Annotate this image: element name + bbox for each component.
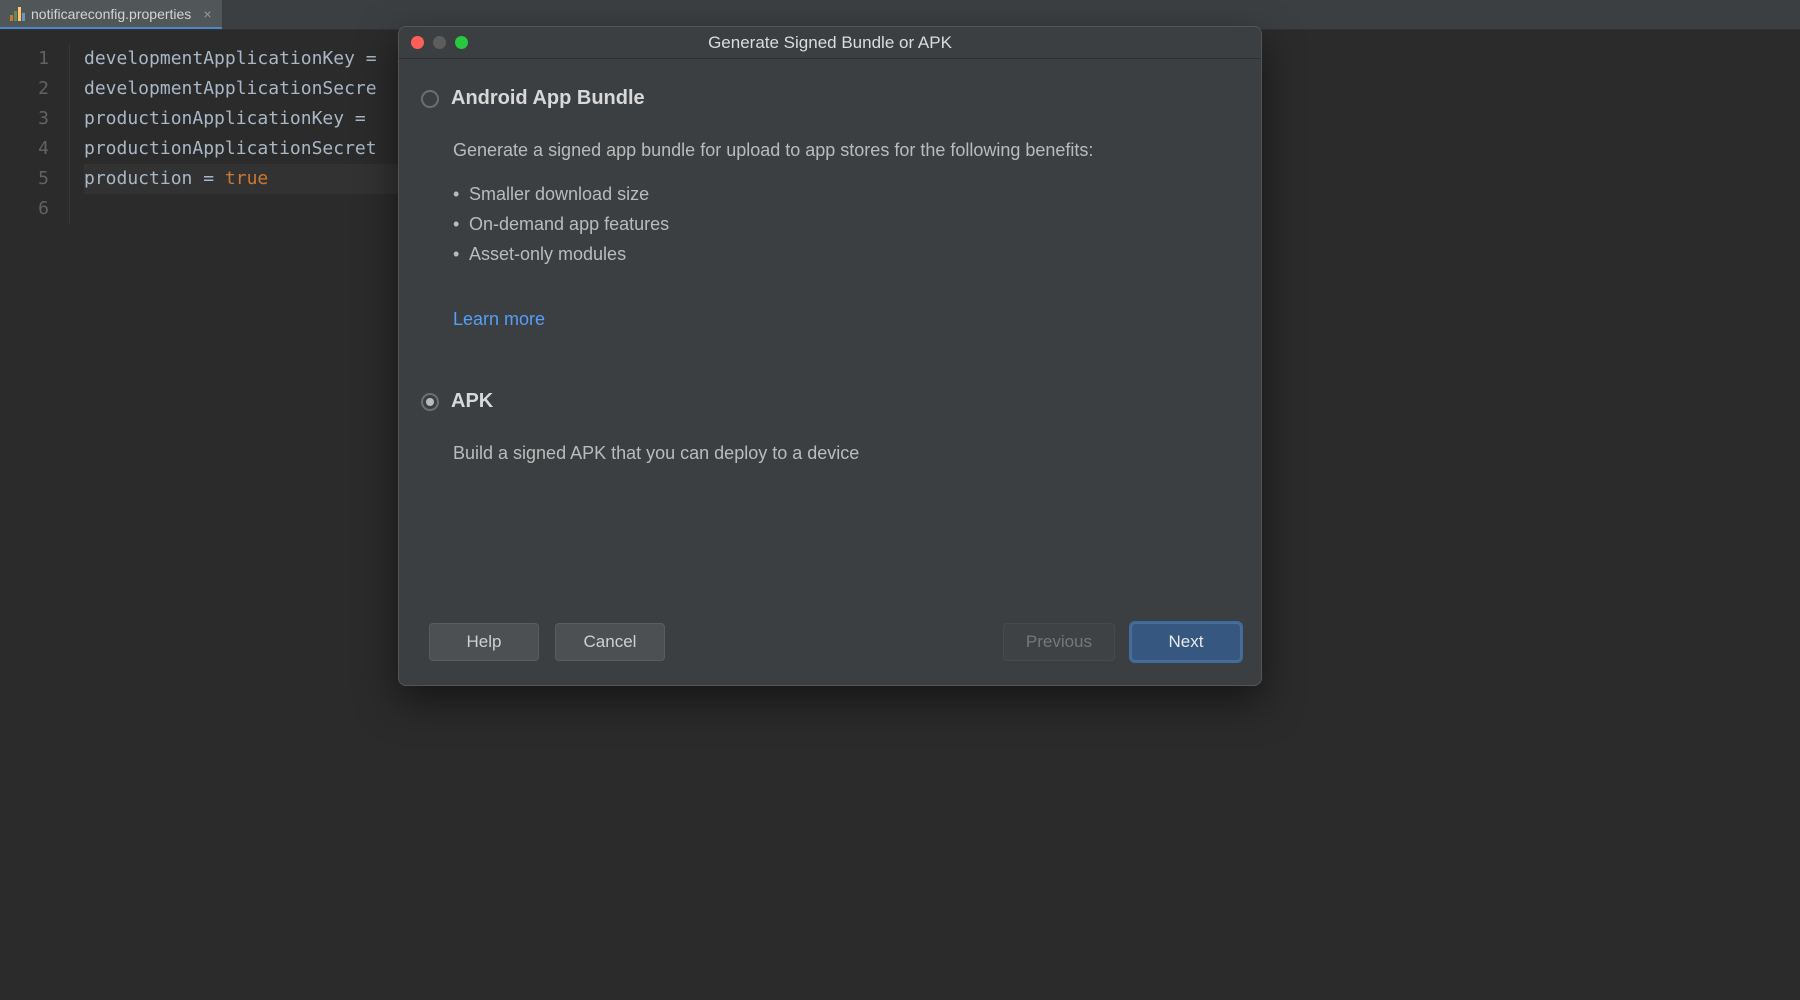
- dialog-title: Generate Signed Bundle or APK: [399, 33, 1261, 53]
- radio-label-bundle: Android App Bundle: [451, 87, 645, 110]
- radio-label-apk: APK: [451, 390, 493, 413]
- dialog-button-row: Help Cancel Previous Next: [399, 609, 1261, 685]
- radio-icon[interactable]: [421, 90, 439, 108]
- properties-file-icon: [10, 7, 25, 21]
- radio-option-bundle[interactable]: Android App Bundle: [421, 87, 1231, 110]
- line-number: 1: [0, 44, 49, 74]
- radio-option-apk[interactable]: APK: [421, 390, 1231, 413]
- zoom-window-icon[interactable]: [455, 36, 468, 49]
- line-number: 5: [0, 164, 49, 194]
- next-button[interactable]: Next: [1131, 623, 1241, 661]
- apk-description: Build a signed APK that you can deploy t…: [453, 443, 1231, 464]
- apk-details: Build a signed APK that you can deploy t…: [421, 443, 1231, 464]
- cancel-button[interactable]: Cancel: [555, 623, 665, 661]
- list-item: Asset-only modules: [453, 239, 1231, 269]
- bundle-description: Generate a signed app bundle for upload …: [453, 140, 1231, 161]
- close-icon[interactable]: ×: [203, 6, 211, 22]
- list-item: On-demand app features: [453, 209, 1231, 239]
- line-number: 3: [0, 104, 49, 134]
- generate-signed-dialog: Generate Signed Bundle or APK Android Ap…: [398, 26, 1262, 686]
- radio-icon[interactable]: [421, 393, 439, 411]
- dialog-titlebar[interactable]: Generate Signed Bundle or APK: [399, 27, 1261, 59]
- previous-button: Previous: [1003, 623, 1115, 661]
- bundle-benefits-list: Smaller download size On-demand app feat…: [453, 179, 1231, 269]
- help-button[interactable]: Help: [429, 623, 539, 661]
- dialog-body: Android App Bundle Generate a signed app…: [399, 59, 1261, 609]
- minimize-window-icon[interactable]: [433, 36, 446, 49]
- learn-more-link[interactable]: Learn more: [453, 309, 1231, 330]
- tab-filename: notificareconfig.properties: [31, 6, 191, 22]
- file-tab[interactable]: notificareconfig.properties ×: [0, 0, 222, 29]
- line-number: 6: [0, 194, 49, 224]
- line-number: 4: [0, 134, 49, 164]
- bundle-details: Generate a signed app bundle for upload …: [421, 140, 1231, 330]
- line-number: 2: [0, 74, 49, 104]
- window-controls: [411, 36, 468, 49]
- list-item: Smaller download size: [453, 179, 1231, 209]
- line-number-gutter: 1 2 3 4 5 6: [0, 44, 70, 224]
- close-window-icon[interactable]: [411, 36, 424, 49]
